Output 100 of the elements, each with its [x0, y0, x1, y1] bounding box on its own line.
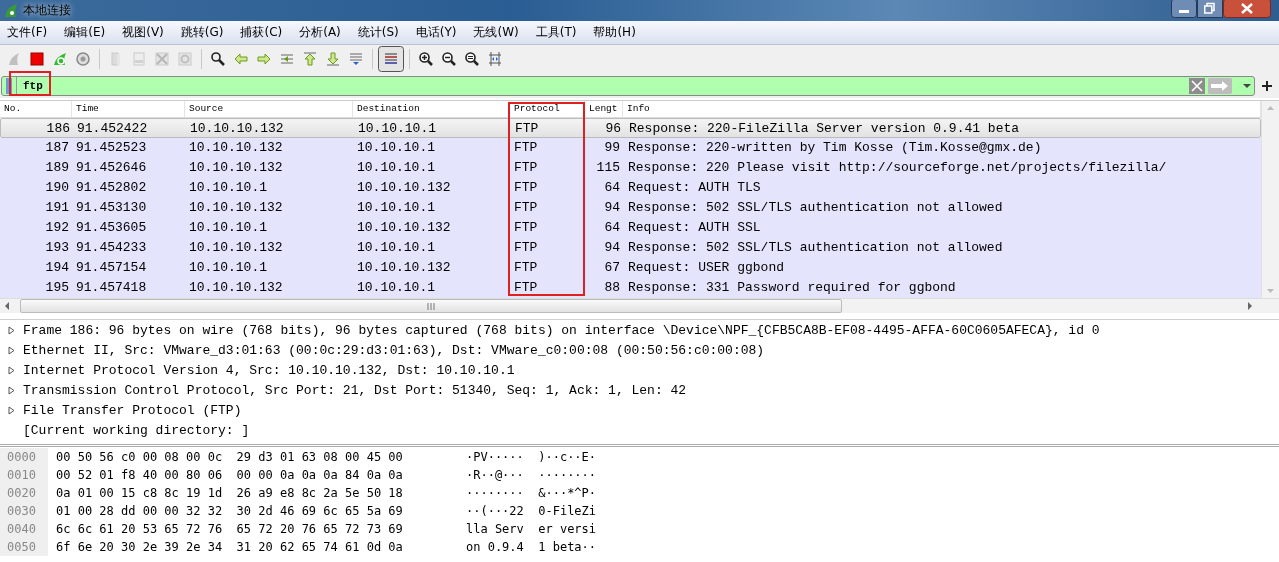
table-cell-text: 10.10.10.1 [188, 259, 268, 277]
menu-item[interactable]: 无线(W) [468, 24, 524, 41]
apply-arrow-icon[interactable] [1208, 78, 1232, 94]
colorize-button[interactable] [378, 46, 404, 72]
menu-item[interactable]: 工具(T) [530, 24, 582, 41]
table-cell-text: Response: 331 Password required for ggbond [627, 279, 957, 297]
menu-item[interactable]: 统计(S) [352, 24, 404, 41]
table-cell-text: 10.10.10.132 [188, 279, 284, 297]
close-button[interactable] [1223, 0, 1271, 18]
maximize-button[interactable] [1197, 0, 1223, 18]
table-cell-text: 64 [603, 219, 621, 237]
minimize-button[interactable] [1171, 0, 1197, 18]
filter-text: ftp [22, 80, 43, 92]
hex-bytes: 6c 6c 61 20 53 65 72 76 65 72 20 76 65 72 73 69 [55, 522, 404, 536]
menu-item[interactable]: 分析(A) [294, 24, 346, 41]
column-header[interactable]: No. [0, 101, 72, 117]
tree-item[interactable]: Frame 186: 96 bytes on wire (768 bits), 96 bytes captured (768 bits) on interface \Device\NPF_{CFB5CA8B-EF08-4495-AFFA-60C0605AFECA}, id 0 [23, 322, 1100, 338]
column-header[interactable]: Destination [353, 101, 510, 117]
table-cell-text: 91.457418 [75, 279, 148, 297]
table-cell-text: 10.10.10.1 [357, 120, 437, 137]
table-cell-text: 10.10.10.1 [188, 219, 268, 237]
table-cell-text: 99 [603, 139, 621, 157]
table-cell-text: 190 [44, 179, 70, 197]
tree-item[interactable]: File Transfer Protocol (FTP) [23, 402, 242, 418]
table-cell-text: 94 [603, 239, 621, 257]
packet-row[interactable]: 193 91.454233 10.10.10.132 10.10.10.1 FTP 94 Response: 502 SSL/TLS authentication not allowed [0, 238, 1261, 258]
table-cell-text: 88 [603, 279, 621, 297]
packet-row[interactable]: 189 91.452646 10.10.10.132 10.10.10.1 FTP 115 Response: 220 Please visit http://sourceforge.net/projects/filezilla/ [0, 158, 1261, 178]
table-cell-text: 67 [603, 259, 621, 277]
table-cell-text: 10.10.10.1 [356, 239, 436, 257]
tree-item[interactable]: [Current working directory: ] [23, 422, 250, 438]
table-cell-text: 115 [595, 159, 621, 177]
expand-arrow-icon[interactable] [7, 345, 16, 355]
byte-offset: 0000 [0, 448, 48, 466]
packet-row[interactable]: 191 91.453130 10.10.10.132 10.10.10.1 FTP 94 Response: 502 SSL/TLS authentication not allowed [0, 198, 1261, 218]
ascii-text: ··(···22 0-FileZi [466, 504, 597, 518]
tree-item[interactable]: Internet Protocol Version 4, Src: 10.10.10.132, Dst: 10.10.10.1 [23, 362, 515, 378]
packet-row[interactable]: 195 91.457418 10.10.10.132 10.10.10.1 FTP 88 Response: 331 Password required for ggbond [0, 278, 1261, 298]
table-cell-text: FTP [513, 139, 539, 157]
menu-item[interactable]: 文件(F) [2, 24, 53, 41]
table-cell-text: FTP [513, 279, 539, 297]
expand-arrow-icon[interactable] [7, 405, 16, 415]
add-icon[interactable] [1259, 78, 1275, 94]
window-title: 本地连接 [23, 2, 71, 19]
display-filter-field[interactable]: ftp [1, 76, 1255, 96]
table-cell-text: 192 [44, 219, 70, 237]
expand-arrow-icon[interactable] [7, 385, 16, 395]
packet-row[interactable]: 194 91.457154 10.10.10.1 10.10.10.132 FTP 67 Request: USER ggbond [0, 258, 1261, 278]
clear-icon[interactable] [1189, 78, 1205, 94]
table-cell-text: 10.10.10.132 [188, 159, 284, 177]
column-header[interactable]: Protocol [510, 101, 585, 117]
app-icon [3, 2, 19, 19]
column-header[interactable]: Source [185, 101, 353, 117]
tree-item[interactable]: Transmission Control Protocol, Src Port: 21, Dst Port: 51340, Seq: 1, Ack: 1, Len: 42 [23, 382, 687, 398]
byte-offset: 0020 [0, 484, 48, 502]
menu-item[interactable]: 捕获(C) [235, 24, 288, 41]
table-cell-text: Response: 220-FileZilla Server version 0.9.41 beta [628, 120, 1021, 137]
table-cell-text: 10.10.10.132 [356, 179, 452, 197]
menu-item[interactable]: 跳转(G) [175, 24, 229, 41]
ascii-text: ·R··@··· ········ [466, 468, 597, 482]
menu-item[interactable]: 电话(Y) [410, 24, 462, 41]
packet-row[interactable]: 190 91.452802 10.10.10.1 10.10.10.132 FTP 64 Request: AUTH TLS [0, 178, 1261, 198]
table-cell-text: 10.10.10.132 [356, 219, 452, 237]
table-cell-text: 194 [44, 259, 70, 277]
expand-arrow-icon[interactable] [7, 365, 16, 375]
ascii-text: on 0.9.4 1 beta·· [466, 540, 597, 554]
packet-row[interactable]: 187 91.452523 10.10.10.132 10.10.10.1 FTP 99 Response: 220-written by Tim Kosse (Tim.Kosse@gmx.de) [0, 138, 1261, 158]
table-cell-text: 10.10.10.1 [188, 179, 268, 197]
table-cell-text: Response: 220-written by Tim Kosse (Tim.Kosse@gmx.de) [627, 139, 1043, 157]
column-header[interactable]: Lengt [585, 101, 623, 117]
table-cell-text: Response: 502 SSL/TLS authentication not allowed [627, 199, 1004, 217]
table-cell-text: Response: 502 SSL/TLS authentication not allowed [627, 239, 1004, 257]
table-cell-text: 10.10.10.1 [356, 159, 436, 177]
table-cell-text: 91.452422 [76, 120, 149, 137]
menu-item[interactable]: 编辑(E) [59, 24, 111, 41]
expand-arrow-icon[interactable] [7, 325, 16, 335]
table-cell-text: 10.10.10.132 [188, 139, 284, 157]
table-cell-text: 10.10.10.1 [356, 199, 436, 217]
byte-offset: 0010 [0, 466, 48, 484]
table-cell-text: 91.454233 [75, 239, 148, 257]
table-cell-text: Request: AUTH SSL [627, 219, 762, 237]
table-cell-text: Request: AUTH TLS [627, 179, 762, 197]
scrollbar-thumb[interactable] [20, 299, 842, 313]
table-cell-text: FTP [513, 239, 539, 257]
table-cell-text: 10.10.10.132 [188, 199, 284, 217]
table-cell-text: 91.457154 [75, 259, 148, 277]
menu-item[interactable]: 帮助(H) [588, 24, 641, 41]
column-header[interactable]: Time [72, 101, 185, 117]
byte-offset: 0030 [0, 502, 48, 520]
hex-bytes: 00 50 56 c0 00 08 00 0c 29 d3 01 63 08 00 45 00 [55, 450, 404, 464]
table-cell-text: 193 [44, 239, 70, 257]
table-cell-text: 91.453130 [75, 199, 148, 217]
table-cell-text: 91.452802 [75, 179, 148, 197]
menu-item[interactable]: 视图(V) [117, 24, 169, 41]
tree-item[interactable]: Ethernet II, Src: VMware_d3:01:63 (00:0c:29:d3:01:63), Dst: VMware_c0:00:08 (00:50:56:c0:00:08) [23, 342, 765, 358]
table-cell-text: 91.452523 [75, 139, 148, 157]
packet-row[interactable]: 192 91.453605 10.10.10.1 10.10.10.132 FTP 64 Request: AUTH SSL [0, 218, 1261, 238]
table-cell-text: 64 [603, 179, 621, 197]
packet-row[interactable]: 186 91.452422 10.10.10.132 10.10.10.1 FTP 96 Response: 220-FileZilla Server version 0.9.41 beta [0, 118, 1261, 138]
table-cell-text: 96 [604, 120, 622, 137]
